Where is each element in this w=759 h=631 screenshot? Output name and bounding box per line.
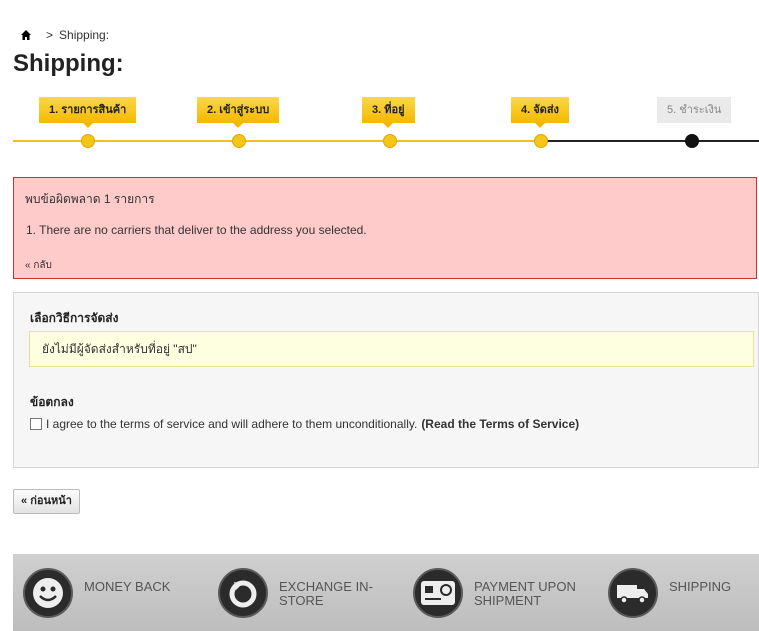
error-message: 1. There are no carriers that deliver to…: [26, 223, 367, 237]
step-2-label[interactable]: 2. เข้าสู่ระบบ: [197, 97, 280, 128]
feature-money-back: MONEY BACK: [23, 568, 194, 618]
carrier-warning: ยังไม่มีผู้จัดส่งสำหรับที่อยู่ "สป": [29, 331, 754, 367]
feature-payment: PAYMENT UPON SHIPMENT: [413, 568, 584, 618]
breadcrumb: > Shipping:: [20, 28, 109, 42]
step-4-label[interactable]: 4. จัดส่ง: [511, 97, 569, 128]
feature-label: SHIPPING: [669, 579, 732, 594]
previous-button[interactable]: « ก่อนหน้า: [13, 489, 80, 514]
step-5-dot: [685, 134, 699, 148]
terms-checkbox[interactable]: [30, 418, 42, 430]
terms-row: I agree to the terms of service and will…: [30, 417, 579, 431]
feature-label: MONEY BACK: [84, 579, 171, 594]
breadcrumb-current: Shipping:: [59, 28, 110, 42]
step-3-label[interactable]: 3. ที่อยู่: [362, 97, 415, 128]
terms-text: I agree to the terms of service and will…: [46, 417, 418, 431]
terms-link[interactable]: (Read the Terms of Service): [421, 417, 579, 431]
step-4-dot: [534, 134, 548, 148]
terms-heading: ข้อตกลง: [30, 395, 74, 409]
footer-features: MONEY BACK EXCHANGE IN-STORE PAYMENT UPO…: [13, 554, 759, 631]
back-link[interactable]: « กลับ: [25, 258, 52, 273]
step-5-label: 5. ชำระเงิน: [657, 97, 732, 123]
step-2-dot: [232, 134, 246, 148]
truck-icon: [608, 568, 658, 618]
step-3-dot: [383, 134, 397, 148]
feature-label: EXCHANGE IN-STORE: [279, 579, 373, 608]
carrier-panel: เลือกวิธีการจัดส่ง ยังไม่มีผู้จัดส่งสำหร…: [13, 292, 759, 468]
feature-label: PAYMENT UPON SHIPMENT: [474, 579, 576, 608]
exchange-icon: [218, 568, 268, 618]
error-box: พบข้อผิดพลาด 1 รายการ 1. There are no ca…: [13, 177, 757, 279]
progress-line-todo: [541, 140, 759, 142]
feature-shipping: SHIPPING: [608, 568, 759, 618]
page-title: Shipping:: [13, 50, 124, 77]
feature-exchange: EXCHANGE IN-STORE: [218, 568, 389, 618]
credit-card-icon: [413, 568, 463, 618]
smiley-icon: [23, 568, 73, 618]
home-icon[interactable]: [20, 29, 32, 41]
step-1-label[interactable]: 1. รายการสินค้า: [39, 97, 137, 128]
step-1-dot: [81, 134, 95, 148]
breadcrumb-separator: >: [46, 28, 54, 42]
carrier-heading: เลือกวิธีการจัดส่ง: [30, 311, 119, 325]
error-header: พบข้อผิดพลาด 1 รายการ: [25, 192, 155, 206]
